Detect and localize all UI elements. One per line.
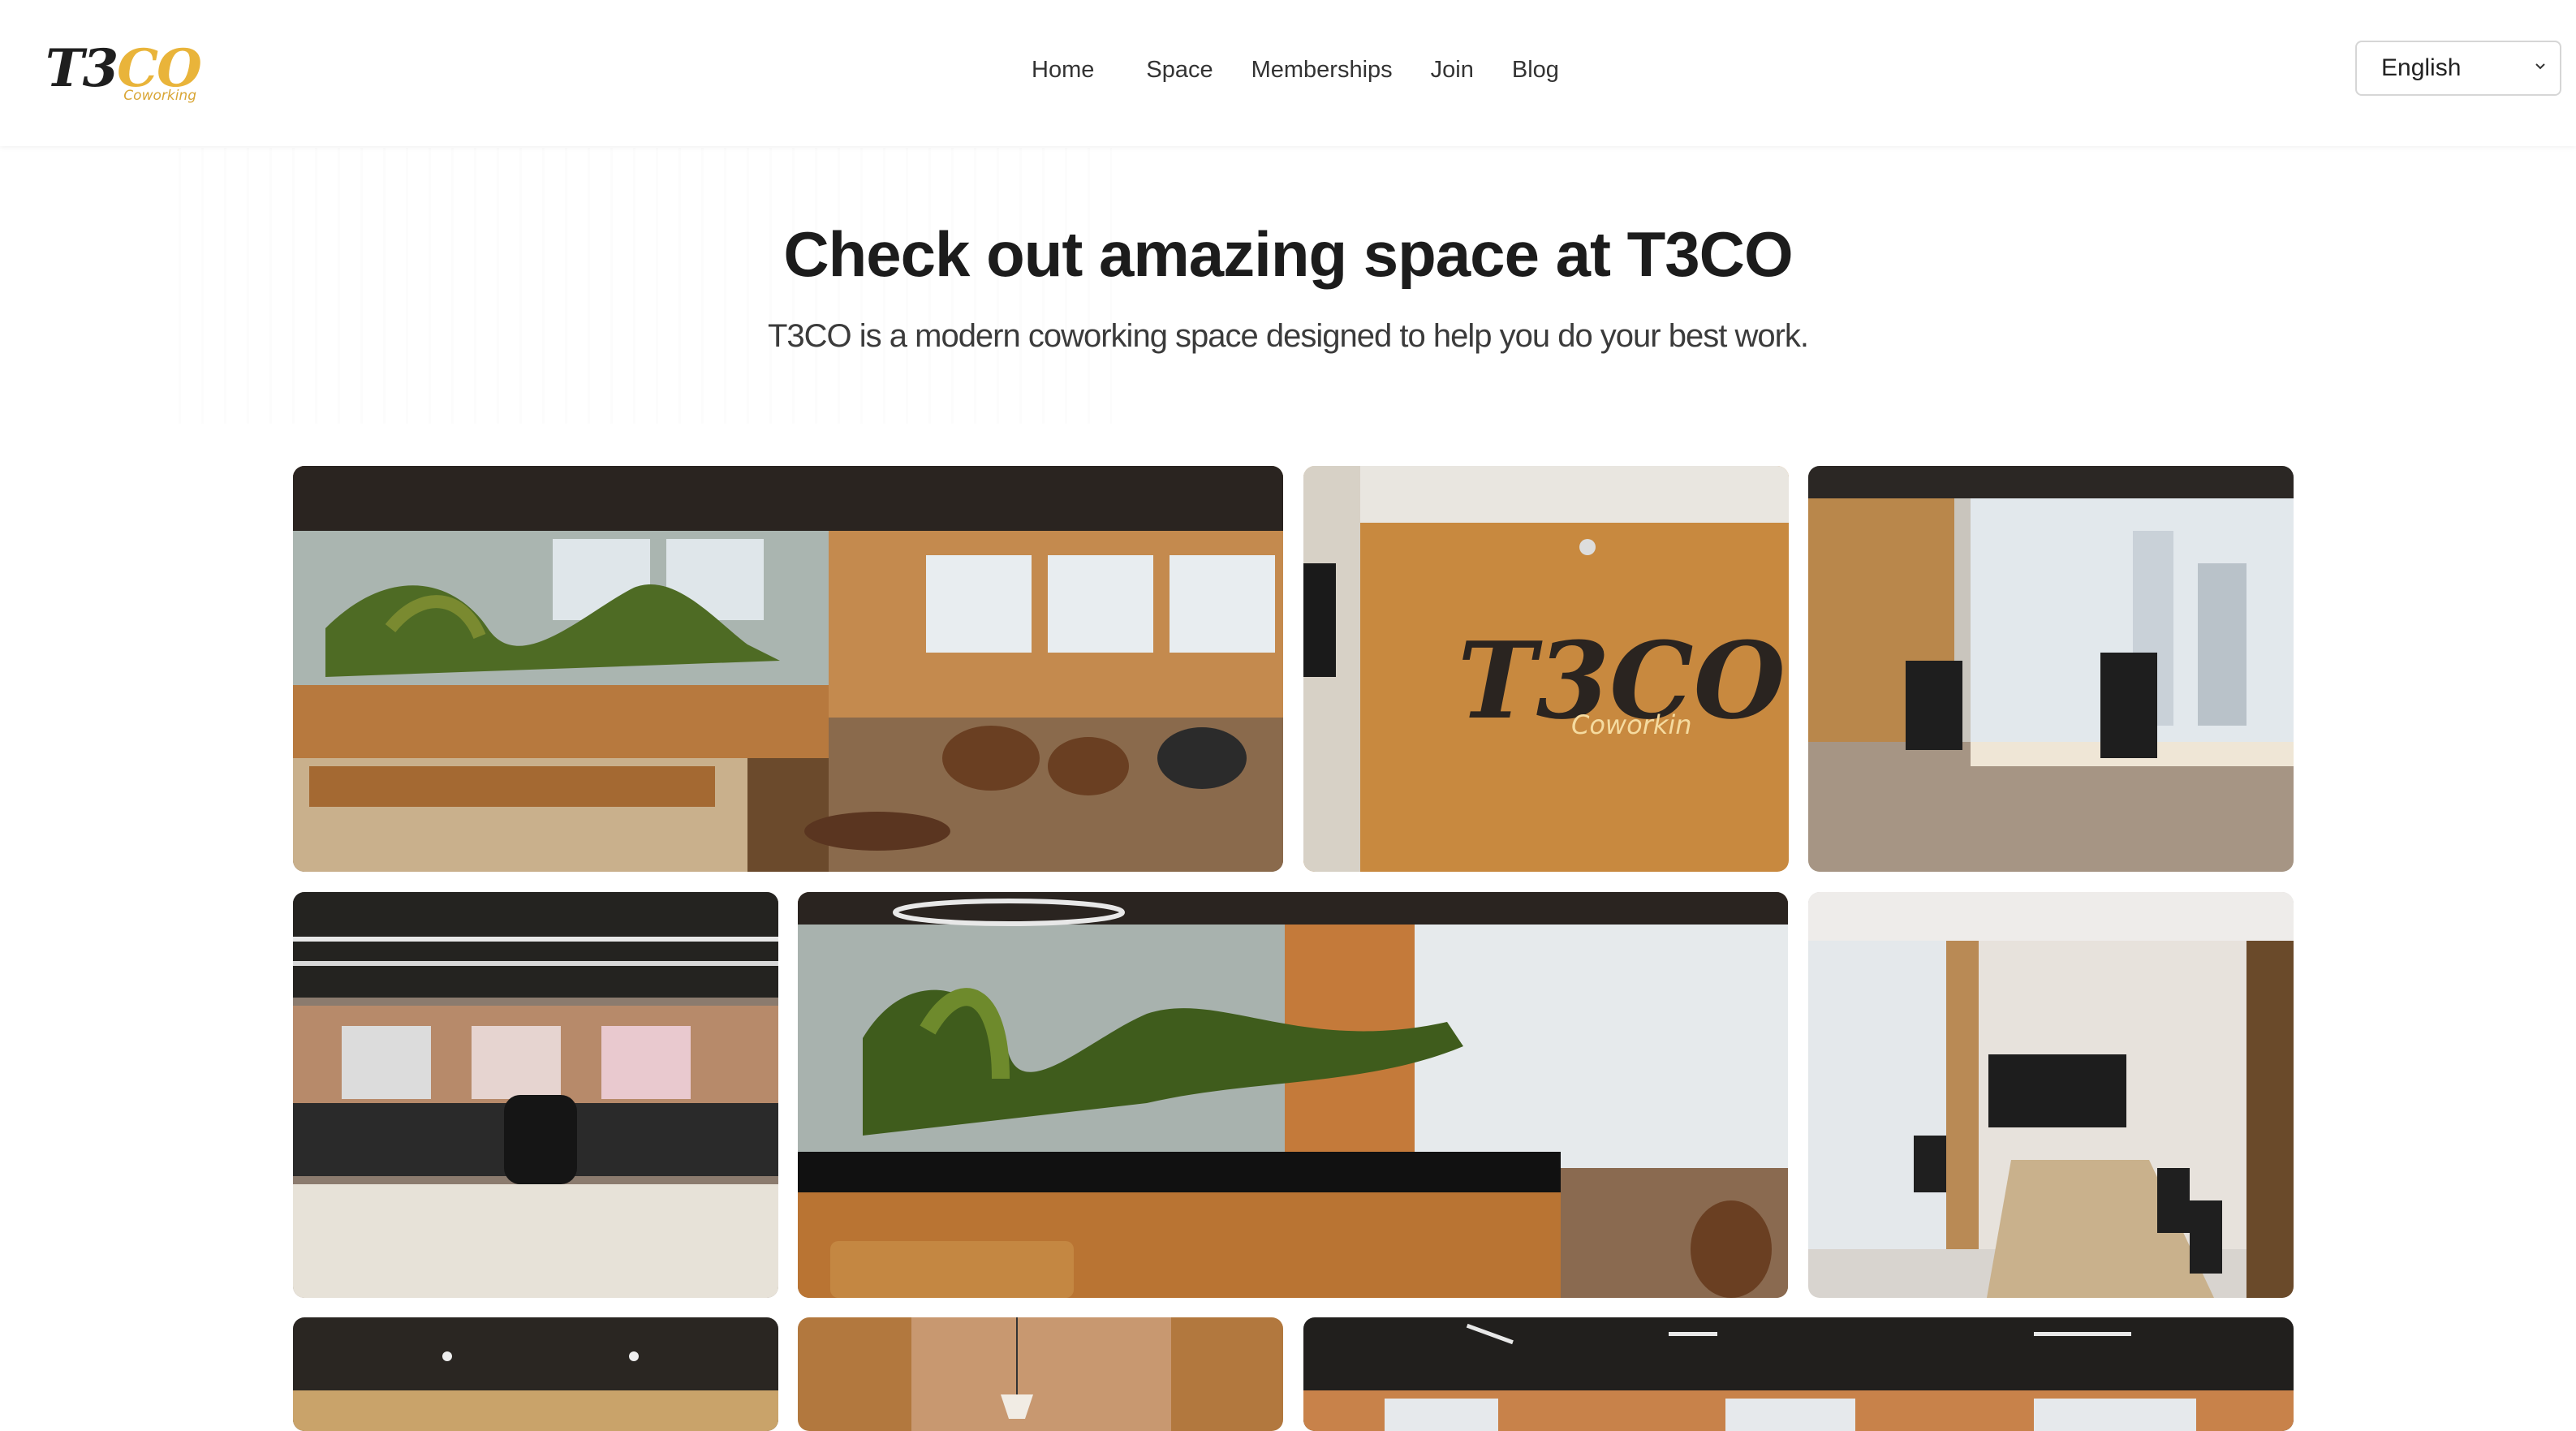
gallery-image-meeting-room[interactable] [1808, 892, 2294, 1298]
nav-join-link[interactable]: Join [1431, 52, 1474, 88]
lounge-aquarium-photo [293, 466, 1283, 872]
moss-aquarium-photo [798, 892, 1788, 1298]
nav-home-link[interactable]: Home [1032, 52, 1094, 88]
gallery-image-row3-middle[interactable] [798, 1317, 1283, 1431]
logo-wall-photo: T3CO Coworkin [1303, 466, 1789, 872]
gallery-image-row3-left[interactable] [293, 1317, 778, 1431]
page-subtitle: T3CO is a modern coworking space designe… [767, 318, 1809, 354]
gallery-image-row3-right[interactable] [1303, 1317, 2294, 1431]
row3-left-photo [293, 1317, 778, 1431]
meeting-room-photo [1808, 892, 2294, 1298]
logo-tagline: Coworking [123, 88, 196, 104]
nav-blog-link[interactable]: Blog [1512, 52, 1559, 88]
nav-space-link[interactable]: Space [1146, 52, 1213, 88]
open-desk-area-photo [293, 892, 778, 1298]
page-title: Check out amazing space at T3CO [783, 218, 1793, 290]
row3-right-photo [1303, 1317, 2294, 1431]
language-selected-value: English [2381, 54, 2462, 81]
brand-logo[interactable]: T3CO Coworking [45, 34, 202, 104]
gallery-image-lounge[interactable] [293, 466, 1283, 872]
row3-middle-photo [798, 1317, 1283, 1431]
gallery-image-window-desks[interactable] [1808, 466, 2294, 872]
chevron-down-icon [2535, 63, 2545, 70]
gallery-image-open-desks[interactable] [293, 892, 778, 1298]
gallery-image-moss-aquarium[interactable] [798, 892, 1788, 1298]
wall-logo-subtext: Coworkin [1571, 709, 1692, 740]
language-select[interactable]: English [2355, 41, 2561, 96]
site-header: T3CO Coworking Home Space Memberships Jo… [0, 0, 2576, 146]
nav-memberships-link[interactable]: Memberships [1251, 52, 1393, 88]
gallery-image-logo-wall[interactable]: T3CO Coworkin [1303, 466, 1789, 872]
main-nav: Home Space Memberships Join Blog [1032, 52, 1597, 88]
window-desks-photo [1808, 466, 2294, 872]
